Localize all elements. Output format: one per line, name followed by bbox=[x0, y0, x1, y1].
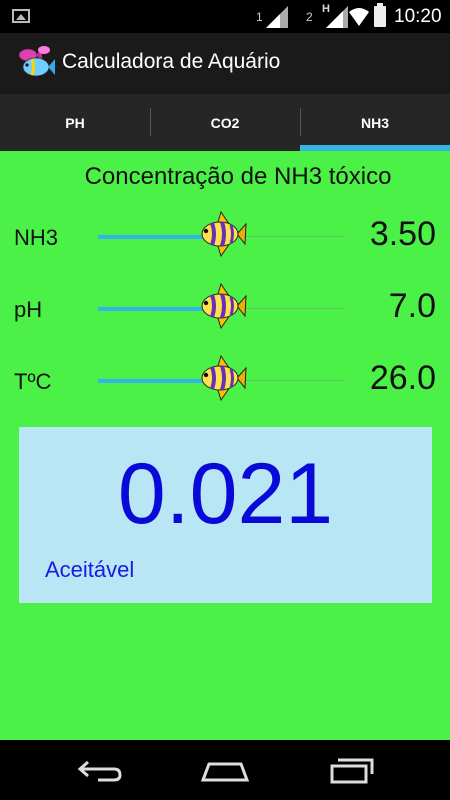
tab-nh3[interactable]: NH3 bbox=[300, 94, 450, 151]
temperature-value: 26.0 bbox=[369, 359, 436, 397]
temperature-row: TºC 26.0 bbox=[0, 351, 450, 411]
signal-icon bbox=[266, 6, 288, 28]
clock: 10:20 bbox=[394, 6, 442, 27]
status-label: Aceitável bbox=[45, 557, 135, 582]
home-icon[interactable] bbox=[195, 752, 255, 788]
ph-slider[interactable] bbox=[98, 289, 344, 329]
result-box: 0.021 Aceitável bbox=[19, 427, 432, 603]
battery-icon bbox=[374, 3, 386, 27]
tab-bar: PH CO2 NH3 bbox=[0, 94, 450, 151]
sim2-label: 2 bbox=[306, 10, 313, 24]
app-title: Calculadora de Aquário bbox=[62, 50, 281, 73]
angelfish-icon[interactable] bbox=[199, 209, 247, 259]
nh3-label: NH3 bbox=[14, 225, 59, 250]
back-icon[interactable] bbox=[70, 752, 130, 788]
temperature-slider[interactable] bbox=[98, 361, 344, 401]
tab-co2[interactable]: CO2 bbox=[150, 94, 300, 151]
fish-app-icon bbox=[18, 46, 55, 77]
ph-row: pH 7.0 bbox=[0, 279, 450, 339]
status-bar: 1 2 H 10:20 bbox=[0, 0, 450, 33]
ph-value: 7.0 bbox=[388, 287, 436, 325]
action-bar: Calculadora de Aquário bbox=[0, 33, 450, 94]
nh3-panel: Concentração de NH3 tóxico NH3 3.50 pH 7… bbox=[0, 151, 450, 740]
temperature-label: TºC bbox=[14, 369, 52, 394]
angelfish-icon[interactable] bbox=[199, 353, 247, 403]
navigation-bar bbox=[0, 740, 450, 800]
tab-ph[interactable]: PH bbox=[0, 94, 150, 151]
nh3-value: 3.50 bbox=[369, 215, 436, 253]
signal-icon bbox=[326, 6, 348, 28]
nh3-row: NH3 3.50 bbox=[0, 207, 450, 267]
image-notification-icon bbox=[12, 9, 30, 23]
nh3-slider[interactable] bbox=[98, 217, 344, 257]
page-title: Concentração de NH3 tóxico bbox=[84, 163, 392, 190]
wifi-icon bbox=[349, 8, 369, 26]
toxic-nh3-result: 0.021 bbox=[117, 446, 334, 542]
sim1-label: 1 bbox=[256, 10, 263, 24]
ph-label: pH bbox=[14, 297, 43, 322]
angelfish-icon[interactable] bbox=[199, 281, 247, 331]
recent-apps-icon[interactable] bbox=[322, 752, 382, 788]
